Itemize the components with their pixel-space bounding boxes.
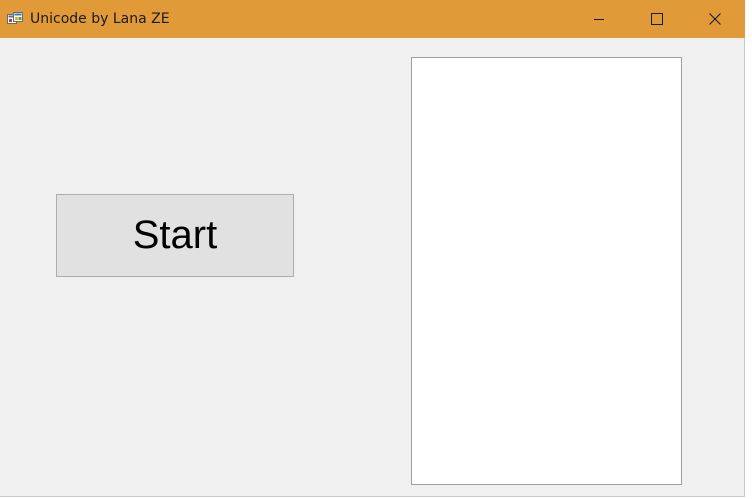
app-window-icon bbox=[7, 11, 23, 27]
close-button[interactable] bbox=[686, 0, 744, 38]
output-textbox[interactable] bbox=[411, 57, 682, 485]
minimize-icon bbox=[593, 13, 605, 25]
maximize-icon bbox=[651, 13, 663, 25]
title-bar[interactable]: Unicode by Lana ZE bbox=[0, 0, 745, 38]
app-window: Unicode by Lana ZE Start bbox=[0, 0, 745, 497]
start-button-label: Start bbox=[132, 212, 218, 257]
window-title: Unicode by Lana ZE bbox=[30, 11, 170, 27]
maximize-button[interactable] bbox=[628, 0, 686, 38]
start-button[interactable]: Start bbox=[56, 194, 294, 277]
minimize-button[interactable] bbox=[570, 0, 628, 38]
close-icon bbox=[709, 13, 721, 25]
